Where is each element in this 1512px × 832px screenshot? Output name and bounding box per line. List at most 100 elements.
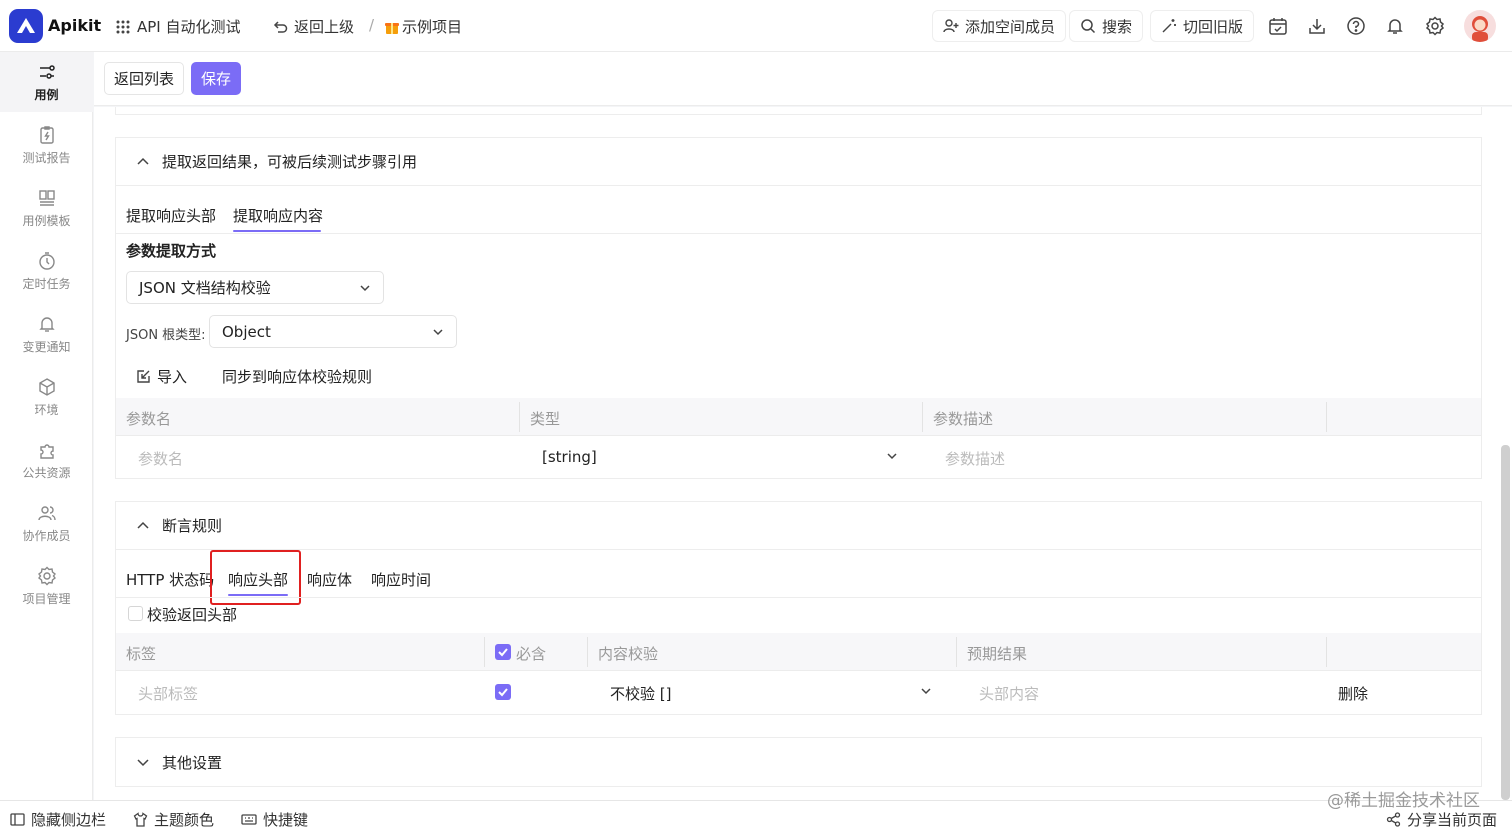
sidebar-item-label: 项目管理 [22, 591, 71, 606]
notification-bell-icon[interactable] [1385, 16, 1405, 36]
col-param-desc: 参数描述 [933, 410, 994, 428]
tab-response-body[interactable]: 响应体 [307, 569, 352, 590]
sidebar-item-members[interactable]: 协作成员 [0, 493, 93, 553]
share-page-button[interactable]: 分享当前页面 [1386, 809, 1497, 830]
sync-rules-link[interactable]: 同步到响应体校验规则 [222, 366, 372, 387]
chevron-down-icon[interactable] [920, 685, 932, 697]
apikit-logo[interactable] [9, 9, 43, 43]
extract-method-value: JSON 文档结构校验 [139, 279, 271, 297]
param-desc-input[interactable]: 参数描述 [945, 448, 1005, 469]
extract-method-select[interactable]: JSON 文档结构校验 [126, 271, 384, 304]
table-row: 参数名 [string] 参数描述 [116, 436, 1481, 478]
param-type-value[interactable]: [string] [542, 448, 597, 466]
theme-color-button[interactable]: 主题颜色 [133, 809, 214, 830]
gear-icon [37, 566, 57, 586]
expected-result-input[interactable]: 头部内容 [979, 683, 1039, 704]
extract-method-label: 参数提取方式 [126, 242, 217, 260]
settings-gear-icon[interactable] [1425, 16, 1445, 36]
sidebar-item-template[interactable]: 用例模板 [0, 178, 93, 238]
assertion-panel-header[interactable]: 断言规则 [116, 502, 1481, 550]
assertion-table-header: 标签 必含 内容校验 预期结果 [116, 633, 1481, 671]
bottom-bar: 隐藏侧边栏 主题颜色 快捷键 分享当前页面 [0, 800, 1512, 832]
hide-sidebar-label: 隐藏侧边栏 [31, 811, 107, 829]
tab-divider [116, 233, 1481, 234]
template-icon [37, 188, 57, 208]
tab-http-status[interactable]: HTTP 状态码 [126, 569, 214, 590]
header-label-input[interactable]: 头部标签 [138, 683, 198, 704]
sidebar-item-label: 用例模板 [22, 213, 71, 228]
chevron-down-icon [136, 755, 150, 769]
sidebar-item-scheduled-task[interactable]: 定时任务 [0, 241, 93, 301]
action-bar: 返回列表 保存 [94, 52, 1512, 106]
json-root-type-value: Object [222, 322, 271, 341]
content-validation-value[interactable]: 不校验 [] [610, 683, 671, 704]
breadcrumb-separator: / [369, 16, 375, 34]
project-breadcrumb[interactable]: 示例项目 [384, 16, 462, 37]
sidebar-item-label: 变更通知 [22, 339, 71, 354]
search-label: 搜索 [1102, 17, 1133, 36]
extract-panel: 提取返回结果，可被后续测试步骤引用 提取响应头部 提取响应内容 参数提取方式 J… [115, 137, 1482, 479]
json-root-type-select[interactable]: Object [209, 315, 457, 348]
section-title: API 自动化测试 [137, 18, 241, 36]
column-divider [1326, 637, 1327, 667]
download-icon[interactable] [1307, 16, 1327, 36]
tab-extract-headers[interactable]: 提取响应头部 [126, 205, 216, 226]
test-case-icon [37, 62, 57, 82]
required-all-checkbox[interactable] [495, 644, 511, 660]
back-to-list-button[interactable]: 返回列表 [104, 62, 185, 95]
verify-headers-checkbox[interactable] [128, 606, 143, 621]
col-label: 标签 [126, 645, 157, 663]
delete-row-button[interactable]: 删除 [1338, 683, 1368, 704]
help-icon[interactable] [1346, 16, 1366, 36]
shortcuts-button[interactable]: 快捷键 [241, 809, 308, 830]
shortcuts-label: 快捷键 [263, 811, 309, 829]
share-page-label: 分享当前页面 [1407, 811, 1498, 829]
sidebar-item-test-case[interactable]: 用例 [0, 52, 93, 112]
user-avatar[interactable] [1464, 10, 1496, 42]
add-member-button[interactable]: 添加空间成员 [932, 10, 1067, 42]
sidebar-item-test-report[interactable]: 测试报告 [0, 115, 93, 175]
sidebar-item-label: 公共资源 [22, 465, 71, 480]
sidebar-item-change-notice[interactable]: 变更通知 [0, 304, 93, 364]
search-button[interactable]: 搜索 [1069, 10, 1144, 42]
required-checkbox[interactable] [495, 684, 511, 700]
back-parent-link[interactable]: 返回上级 [272, 16, 354, 37]
hide-sidebar-button[interactable]: 隐藏侧边栏 [10, 809, 106, 830]
extract-panel-header[interactable]: 提取返回结果，可被后续测试步骤引用 [116, 138, 1481, 186]
switch-old-version-button[interactable]: 切回旧版 [1150, 10, 1255, 42]
shirt-icon [133, 812, 148, 827]
import-icon [136, 369, 151, 384]
sidebar-item-label: 定时任务 [22, 276, 71, 291]
column-divider [484, 637, 485, 667]
tab-response-time[interactable]: 响应时间 [371, 569, 431, 590]
json-root-type-label: JSON 根类型: [126, 328, 206, 343]
col-expected-result: 预期结果 [967, 645, 1028, 663]
back-parent-label: 返回上级 [294, 18, 355, 36]
tab-divider [116, 597, 1481, 598]
project-name: 示例项目 [402, 18, 463, 36]
extract-panel-title: 提取返回结果，可被后续测试步骤引用 [162, 153, 418, 171]
cube-icon [37, 377, 57, 397]
chevron-down-icon[interactable] [886, 450, 898, 462]
share-icon [1386, 812, 1401, 827]
sidebar-item-public-resources[interactable]: 公共资源 [0, 430, 93, 490]
sidebar-item-environment[interactable]: 环境 [0, 367, 93, 427]
save-button[interactable]: 保存 [191, 62, 242, 95]
sidebar-item-project-settings[interactable]: 项目管理 [0, 556, 93, 616]
import-button[interactable]: 导入 [136, 366, 187, 387]
other-settings-header[interactable]: 其他设置 [116, 738, 1481, 786]
add-member-label: 添加空间成员 [965, 17, 1056, 36]
undo-icon [272, 19, 288, 35]
column-divider [956, 637, 957, 667]
tab-extract-body[interactable]: 提取响应内容 [233, 205, 323, 226]
sidebar-item-label: 用例 [34, 87, 59, 102]
param-name-input[interactable]: 参数名 [138, 448, 183, 469]
active-tab-indicator [233, 230, 321, 232]
section-menu[interactable]: API 自动化测试 [115, 16, 241, 37]
import-label: 导入 [157, 368, 188, 386]
chevron-up-icon [136, 519, 150, 533]
magic-wand-icon [1161, 18, 1177, 34]
scrollbar[interactable] [1501, 445, 1510, 800]
switch-old-label: 切回旧版 [1183, 17, 1244, 36]
calendar-icon[interactable] [1268, 16, 1288, 36]
